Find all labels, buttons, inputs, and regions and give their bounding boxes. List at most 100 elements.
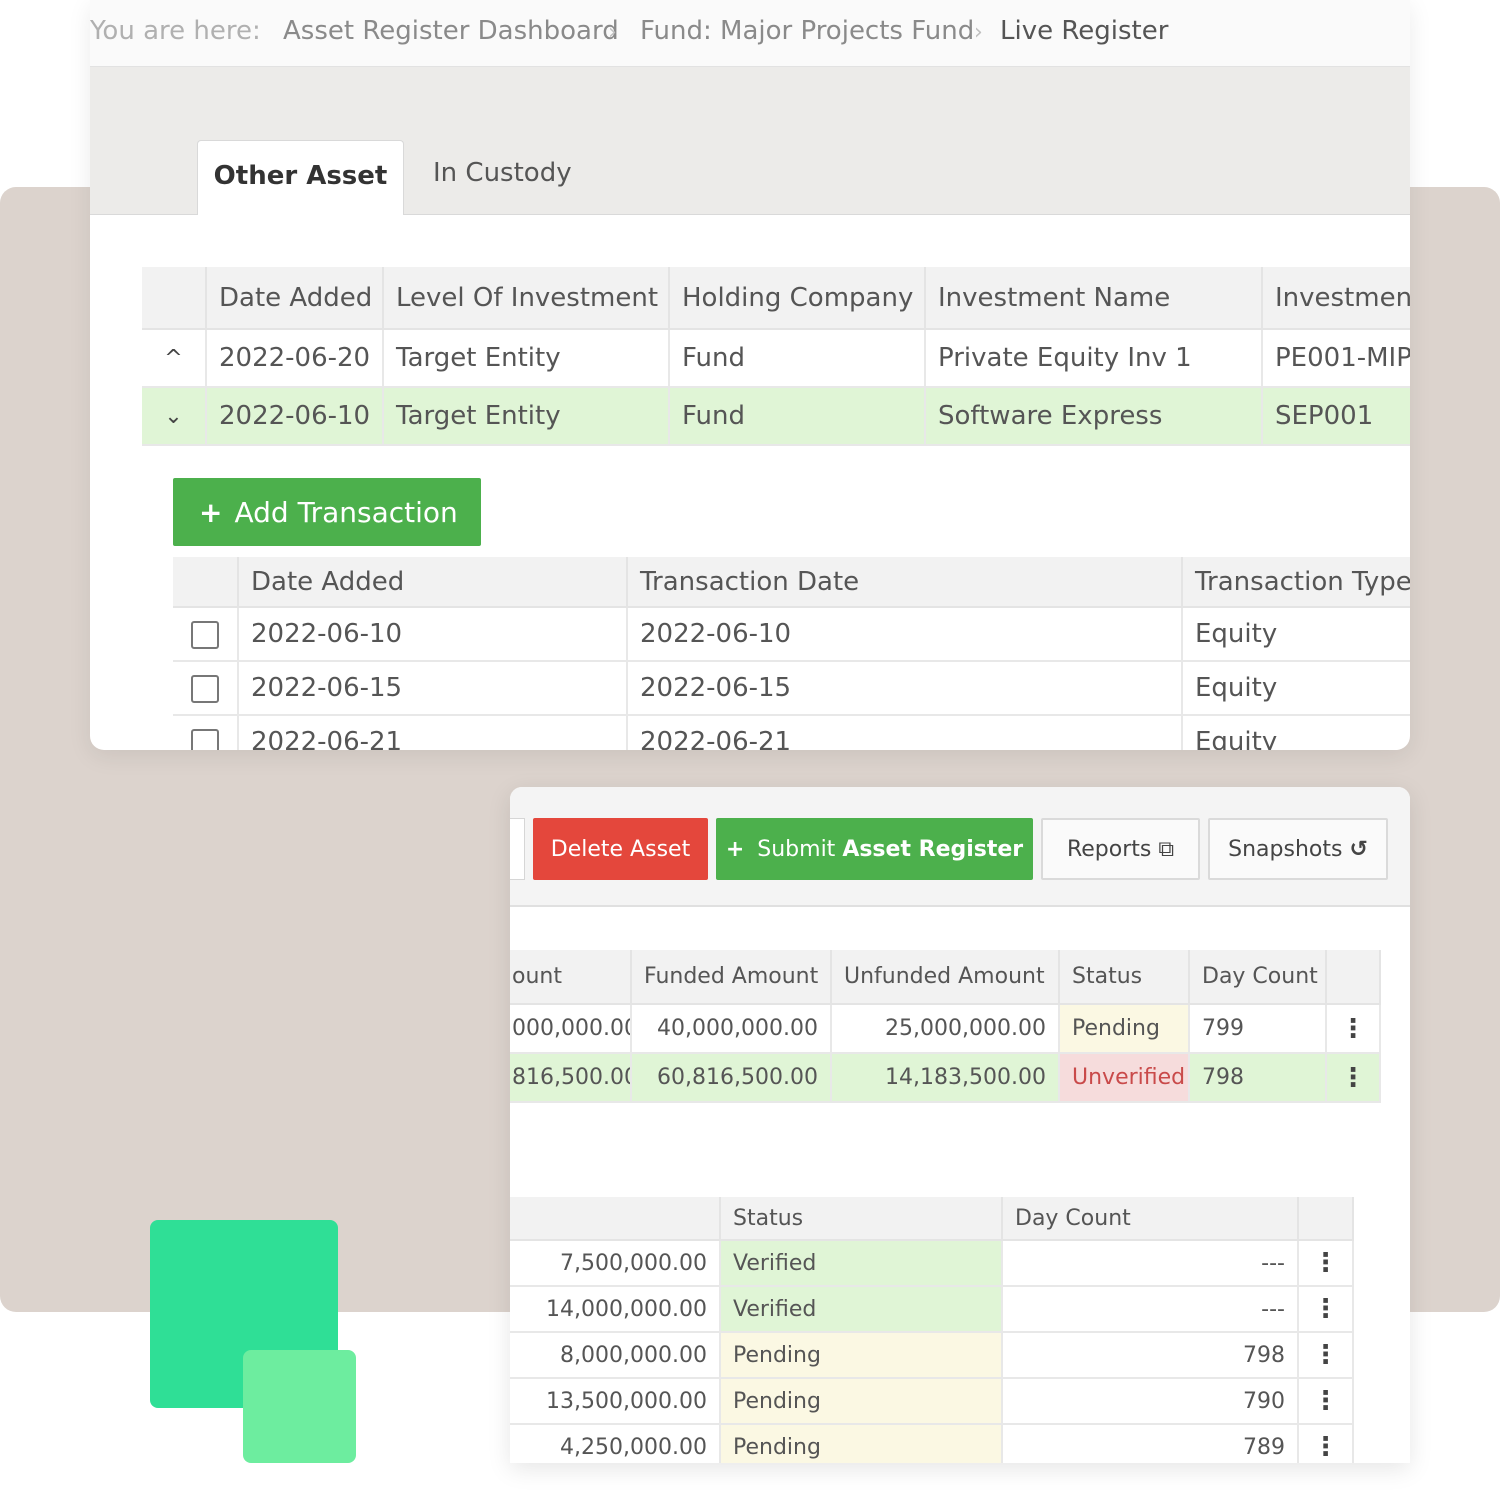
table-row: 7,500,000.00 Verified --- ⋮	[510, 1240, 1354, 1287]
column-header-expander	[142, 267, 207, 330]
row-checkbox[interactable]	[191, 620, 219, 649]
column-header[interactable]: Date Added	[238, 557, 628, 608]
table-cell: Equity	[1182, 715, 1410, 750]
row-checkbox[interactable]	[191, 728, 219, 750]
column-header[interactable]: Unfunded Amount	[831, 950, 1060, 1005]
table-cell: 14,000,000.00	[510, 1286, 721, 1333]
reports-button[interactable]: Reports ⧉	[1041, 818, 1200, 880]
table-row: 2022-06-21 2022-06-21 Equity	[173, 715, 1410, 750]
action-toolbar: Delete Asset + Submit Asset Register Rep…	[510, 787, 1410, 907]
toolbar-button-partial[interactable]	[510, 818, 525, 880]
column-header-actions	[1326, 950, 1381, 1005]
plus-icon: +	[199, 495, 223, 529]
table-cell: Target Entity	[383, 329, 670, 388]
table-cell: 798	[1002, 1332, 1299, 1379]
column-header[interactable]: Transaction Date	[627, 557, 1183, 608]
delete-asset-button[interactable]: Delete Asset	[533, 818, 708, 880]
column-header-select	[173, 557, 239, 608]
table-row: 2022-06-10 2022-06-10 Equity	[173, 607, 1410, 662]
column-header[interactable]: Status	[1059, 950, 1190, 1005]
table-cell: Private Equity Inv 1	[925, 329, 1263, 388]
table-header-row: ount Funded Amount Unfunded Amount Statu…	[510, 950, 1381, 1005]
more-options-icon[interactable]: ⋮	[1326, 1004, 1381, 1054]
chevron-up-icon[interactable]: ^	[142, 329, 207, 388]
register-actions-panel: Delete Asset + Submit Asset Register Rep…	[510, 787, 1410, 1463]
breadcrumb-separator-icon: ›	[608, 20, 617, 45]
transaction-status-table: Status Day Count 7,500,000.00 Verified -…	[510, 1197, 1354, 1463]
column-header[interactable]: Date Added	[206, 267, 384, 330]
table-cell: 2022-06-21	[627, 715, 1183, 750]
more-options-icon[interactable]: ⋮	[1298, 1240, 1354, 1287]
plus-icon: +	[725, 836, 745, 862]
column-header[interactable]: Day Count	[1002, 1197, 1299, 1241]
table-cell: 4,250,000.00	[510, 1424, 721, 1463]
column-header[interactable]: Investment	[1262, 267, 1410, 330]
tab-other-asset[interactable]: Other Asset	[197, 140, 404, 215]
table-cell: PE001-MIPF	[1262, 329, 1410, 388]
breadcrumb: You are here: Asset Register Dashboard ›…	[90, 0, 1410, 67]
status-badge: Pending	[720, 1378, 1003, 1425]
table-cell: Equity	[1182, 661, 1410, 716]
status-badge: Pending	[720, 1332, 1003, 1379]
table-cell: 799	[1189, 1004, 1327, 1054]
table-cell: 25,000,000.00	[831, 1004, 1060, 1054]
reports-label: Reports	[1066, 836, 1152, 862]
history-icon: ↺	[1349, 836, 1368, 862]
table-cell: 798	[1189, 1053, 1327, 1103]
breadcrumb-item-dashboard[interactable]: Asset Register Dashboard	[283, 16, 619, 46]
column-header[interactable]: Level Of Investment	[383, 267, 670, 330]
chevron-down-icon[interactable]: ⌄	[142, 387, 207, 446]
more-options-icon[interactable]: ⋮	[1298, 1286, 1354, 1333]
status-badge: Unverified	[1059, 1053, 1190, 1103]
table-header-row: Date Added Level Of Investment Holding C…	[142, 267, 1410, 330]
funding-table: ount Funded Amount Unfunded Amount Statu…	[510, 950, 1381, 1103]
row-checkbox[interactable]	[191, 674, 219, 703]
snapshots-button[interactable]: Snapshots ↺	[1208, 818, 1388, 880]
table-row[interactable]: ⌄ 2022-06-10 Target Entity Fund Software…	[142, 387, 1410, 446]
breadcrumb-item-fund[interactable]: Fund: Major Projects Fund	[640, 16, 974, 46]
table-cell: Software Express	[925, 387, 1263, 446]
column-header[interactable]: Funded Amount	[631, 950, 832, 1005]
table-row: 8,000,000.00 Pending 798 ⋮	[510, 1332, 1354, 1379]
table-header-row: Date Added Transaction Date Transaction …	[173, 557, 1410, 608]
table-row: 2022-06-15 2022-06-15 Equity	[173, 661, 1410, 716]
more-options-icon[interactable]: ⋮	[1326, 1053, 1381, 1103]
table-cell: 816,500.00	[510, 1053, 632, 1103]
add-transaction-label: Add Transaction	[234, 495, 458, 529]
status-badge: Verified	[720, 1286, 1003, 1333]
decorative-square-small	[243, 1350, 356, 1463]
breadcrumb-prefix: You are here:	[90, 16, 261, 46]
table-cell: 2022-06-20	[206, 329, 384, 388]
snapshots-label: Snapshots	[1228, 836, 1343, 862]
table-row[interactable]: ^ 2022-06-20 Target Entity Fund Private …	[142, 329, 1410, 388]
column-header[interactable]: Holding Company	[669, 267, 926, 330]
column-header[interactable]: Day Count	[1189, 950, 1327, 1005]
row-select-cell	[173, 715, 239, 750]
assets-table: Date Added Level Of Investment Holding C…	[142, 267, 1410, 446]
table-cell: Equity	[1182, 607, 1410, 662]
column-header[interactable]: Transaction Type	[1182, 557, 1410, 608]
submit-asset-register-button[interactable]: + Submit Asset Register	[716, 818, 1033, 880]
column-header	[510, 1197, 721, 1241]
more-options-icon[interactable]: ⋮	[1298, 1424, 1354, 1463]
more-options-icon[interactable]: ⋮	[1298, 1378, 1354, 1425]
row-select-cell	[173, 607, 239, 662]
asset-register-panel: You are here: Asset Register Dashboard ›…	[90, 0, 1410, 750]
table-row: 4,250,000.00 Pending 789 ⋮	[510, 1424, 1354, 1463]
table-cell: 2022-06-10	[206, 387, 384, 446]
table-row: 13,500,000.00 Pending 790 ⋮	[510, 1378, 1354, 1425]
add-transaction-button[interactable]: + Add Transaction	[173, 478, 481, 546]
table-cell: ---	[1002, 1286, 1299, 1333]
status-badge: Verified	[720, 1240, 1003, 1287]
table-row: 14,000,000.00 Verified --- ⋮	[510, 1286, 1354, 1333]
breadcrumb-item-live-register: Live Register	[1000, 16, 1169, 46]
column-header[interactable]: Investment Name	[925, 267, 1263, 330]
table-cell: 2022-06-15	[238, 661, 628, 716]
column-header[interactable]: ount	[510, 950, 632, 1005]
table-row: 816,500.00 60,816,500.00 14,183,500.00 U…	[510, 1053, 1381, 1103]
external-window-icon: ⧉	[1158, 836, 1175, 862]
tab-in-custody[interactable]: In Custody	[433, 158, 572, 188]
more-options-icon[interactable]: ⋮	[1298, 1332, 1354, 1379]
table-cell: SEP001	[1262, 387, 1410, 446]
column-header[interactable]: Status	[720, 1197, 1003, 1241]
